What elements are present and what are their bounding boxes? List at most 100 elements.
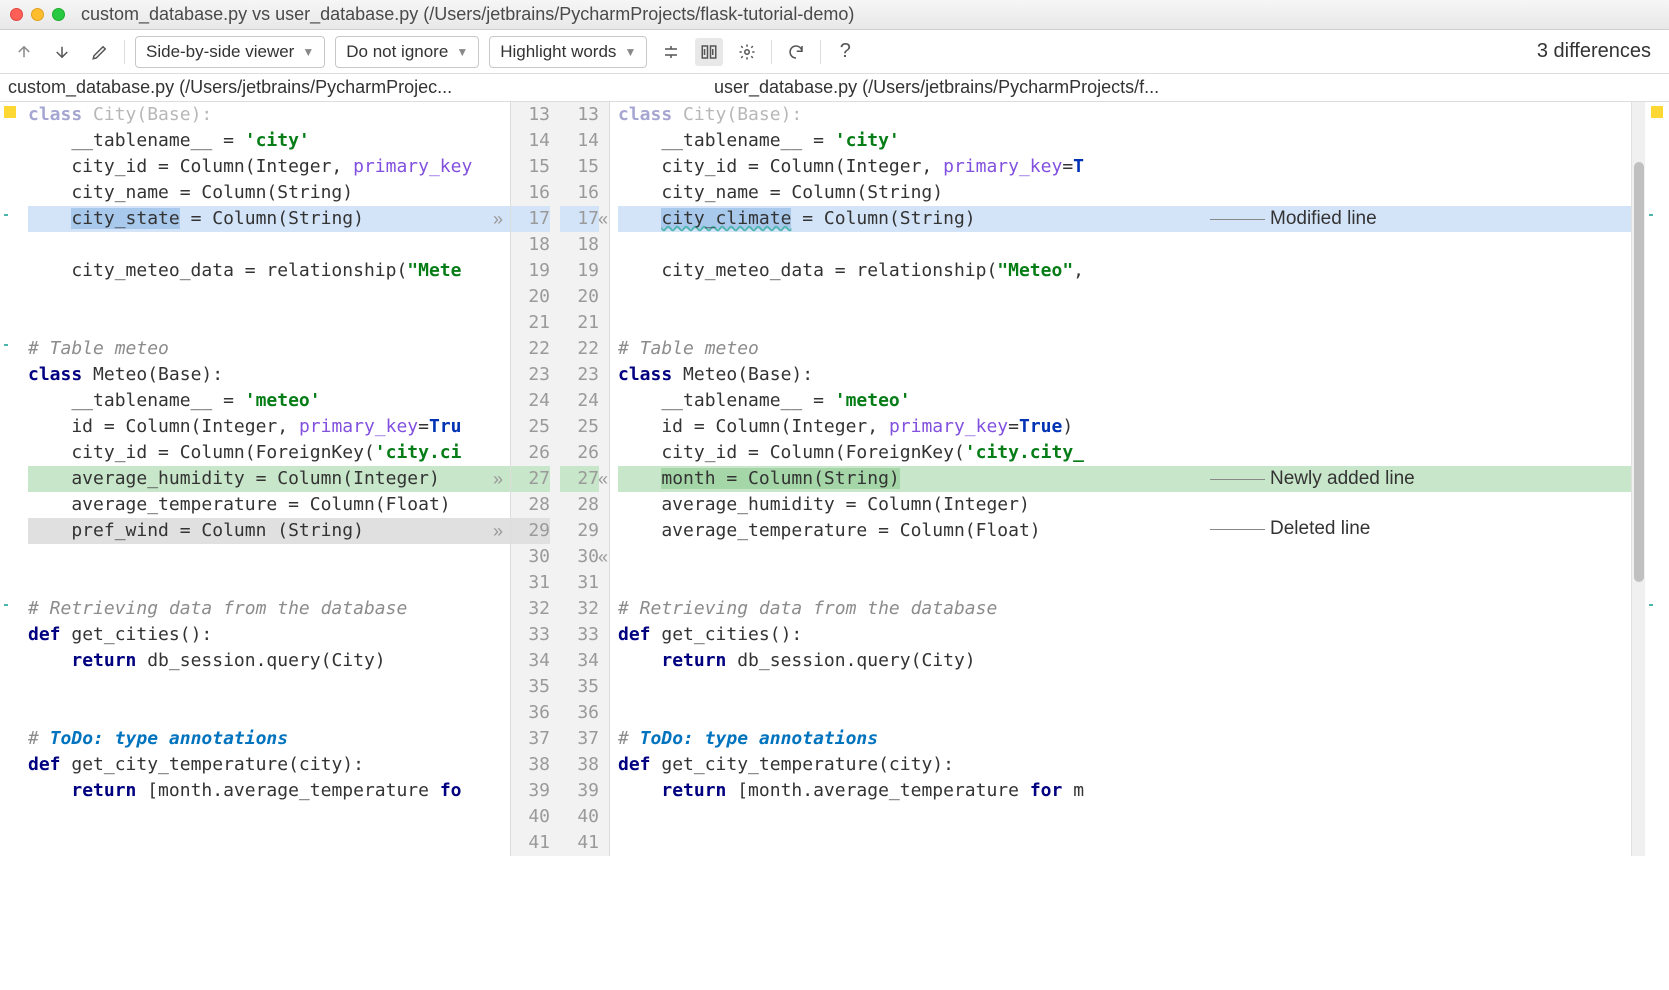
code-line[interactable]: class City(Base):: [28, 102, 510, 128]
refresh-button[interactable]: [782, 38, 810, 66]
right-marker-column: [1645, 102, 1669, 856]
viewer-mode-select[interactable]: Side-by-side viewer ▼: [135, 36, 325, 68]
code-line[interactable]: average_humidity = Column(Integer): [618, 492, 1631, 518]
warning-marker[interactable]: [4, 106, 16, 118]
code-line[interactable]: [28, 804, 510, 830]
code-line[interactable]: def get_cities():: [28, 622, 510, 648]
code-line[interactable]: city_id = Column(ForeignKey('city.ci: [28, 440, 510, 466]
code-line[interactable]: [28, 570, 510, 596]
code-line[interactable]: # ToDo: type annotations: [618, 726, 1631, 752]
code-line[interactable]: return db_session.query(City): [28, 648, 510, 674]
line-number: 30: [511, 544, 550, 570]
code-line[interactable]: [28, 284, 510, 310]
code-line[interactable]: def get_city_temperature(city):: [618, 752, 1631, 778]
apply-left-icon[interactable]: «: [598, 466, 608, 492]
code-line[interactable]: class Meteo(Base):: [28, 362, 510, 388]
code-line[interactable]: [28, 310, 510, 336]
code-line[interactable]: [618, 284, 1631, 310]
code-line[interactable]: city_name = Column(String): [28, 180, 510, 206]
code-line[interactable]: city_id = Column(Integer, primary_key: [28, 154, 510, 180]
highlight-mode-select[interactable]: Highlight words ▼: [489, 36, 647, 68]
settings-button[interactable]: [733, 38, 761, 66]
line-number: 38: [511, 752, 550, 778]
code-line[interactable]: class City(Base):: [618, 102, 1631, 128]
diff-count-label: 3 differences: [1537, 40, 1659, 63]
help-button[interactable]: ?: [831, 38, 859, 66]
code-line[interactable]: [28, 830, 510, 856]
code-line[interactable]: [28, 544, 510, 570]
next-diff-button[interactable]: [48, 38, 76, 66]
edit-source-button[interactable]: [86, 38, 114, 66]
code-line[interactable]: city_name = Column(String): [618, 180, 1631, 206]
sync-scroll-button[interactable]: [695, 38, 723, 66]
code-line[interactable]: [618, 804, 1631, 830]
scrollbar-thumb[interactable]: [1634, 162, 1644, 582]
code-line[interactable]: [618, 570, 1631, 596]
code-line[interactable]: [618, 232, 1631, 258]
left-code-pane[interactable]: class City(Base): __tablename__ = 'city'…: [20, 102, 510, 856]
code-line[interactable]: return db_session.query(City): [618, 648, 1631, 674]
code-line[interactable]: [618, 544, 1631, 570]
code-line[interactable]: [618, 700, 1631, 726]
change-marker[interactable]: [4, 214, 18, 216]
line-number: 14: [511, 128, 550, 154]
code-line[interactable]: [618, 310, 1631, 336]
line-number: 21: [511, 310, 550, 336]
code-line[interactable]: # ToDo: type annotations: [28, 726, 510, 752]
code-line[interactable]: [618, 674, 1631, 700]
prev-diff-button[interactable]: [10, 38, 38, 66]
code-line[interactable]: def get_city_temperature(city):: [28, 752, 510, 778]
apply-left-icon[interactable]: «: [598, 544, 608, 570]
code-line[interactable]: id = Column(Integer, primary_key=True): [618, 414, 1631, 440]
change-marker[interactable]: [1649, 604, 1663, 606]
code-line[interactable]: average_temperature = Column(Float): [28, 492, 510, 518]
warning-marker[interactable]: [1651, 106, 1663, 118]
code-line[interactable]: average_humidity = Column(Integer): [28, 466, 510, 492]
code-line[interactable]: city_id = Column(ForeignKey('city.city_: [618, 440, 1631, 466]
code-line[interactable]: id = Column(Integer, primary_key=Tru: [28, 414, 510, 440]
code-line[interactable]: return [month.average_temperature fo: [28, 778, 510, 804]
code-line[interactable]: # Table meteo: [618, 336, 1631, 362]
code-line[interactable]: month = Column(String): [618, 466, 1631, 492]
code-line[interactable]: __tablename__ = 'meteo': [28, 388, 510, 414]
change-marker[interactable]: [4, 344, 18, 346]
apply-right-icon[interactable]: »: [493, 206, 503, 232]
right-scrollbar[interactable]: [1631, 102, 1645, 856]
code-line[interactable]: city_meteo_data = relationship("Mete: [28, 258, 510, 284]
code-line[interactable]: return [month.average_temperature for m: [618, 778, 1631, 804]
zoom-window-button[interactable]: [52, 8, 65, 21]
code-line[interactable]: class Meteo(Base):: [618, 362, 1631, 388]
code-line[interactable]: city_climate = Column(String): [618, 206, 1631, 232]
collapse-unchanged-button[interactable]: [657, 38, 685, 66]
line-number: 18: [560, 232, 599, 258]
code-line[interactable]: average_temperature = Column(Float): [618, 518, 1631, 544]
code-line[interactable]: [28, 674, 510, 700]
code-line[interactable]: # Retrieving data from the database: [28, 596, 510, 622]
code-line[interactable]: [618, 830, 1631, 856]
minimize-window-button[interactable]: [31, 8, 44, 21]
code-line[interactable]: [28, 700, 510, 726]
code-line[interactable]: [28, 232, 510, 258]
line-number: 17«: [560, 206, 599, 232]
whitespace-mode-select[interactable]: Do not ignore ▼: [335, 36, 479, 68]
code-line[interactable]: pref_wind = Column (String): [28, 518, 510, 544]
line-number: 36: [560, 700, 599, 726]
close-window-button[interactable]: [10, 8, 23, 21]
code-line[interactable]: __tablename__ = 'city': [28, 128, 510, 154]
code-line[interactable]: # Table meteo: [28, 336, 510, 362]
code-line[interactable]: __tablename__ = 'meteo': [618, 388, 1631, 414]
left-file-header: custom_database.py (/Users/jetbrains/Pyc…: [0, 74, 590, 101]
apply-left-icon[interactable]: «: [598, 206, 608, 232]
code-line[interactable]: city_state = Column(String): [28, 206, 510, 232]
code-line[interactable]: city_meteo_data = relationship("Meteo",: [618, 258, 1631, 284]
change-marker[interactable]: [4, 604, 18, 606]
change-marker[interactable]: [1649, 214, 1663, 216]
code-line[interactable]: city_id = Column(Integer, primary_key=T: [618, 154, 1631, 180]
apply-right-icon[interactable]: »: [493, 466, 503, 492]
apply-right-icon[interactable]: »: [493, 518, 503, 544]
code-line[interactable]: # Retrieving data from the database: [618, 596, 1631, 622]
code-line[interactable]: __tablename__ = 'city': [618, 128, 1631, 154]
code-line[interactable]: def get_cities():: [618, 622, 1631, 648]
line-number: 35: [560, 674, 599, 700]
right-code-pane[interactable]: class City(Base): __tablename__ = 'city'…: [610, 102, 1631, 856]
